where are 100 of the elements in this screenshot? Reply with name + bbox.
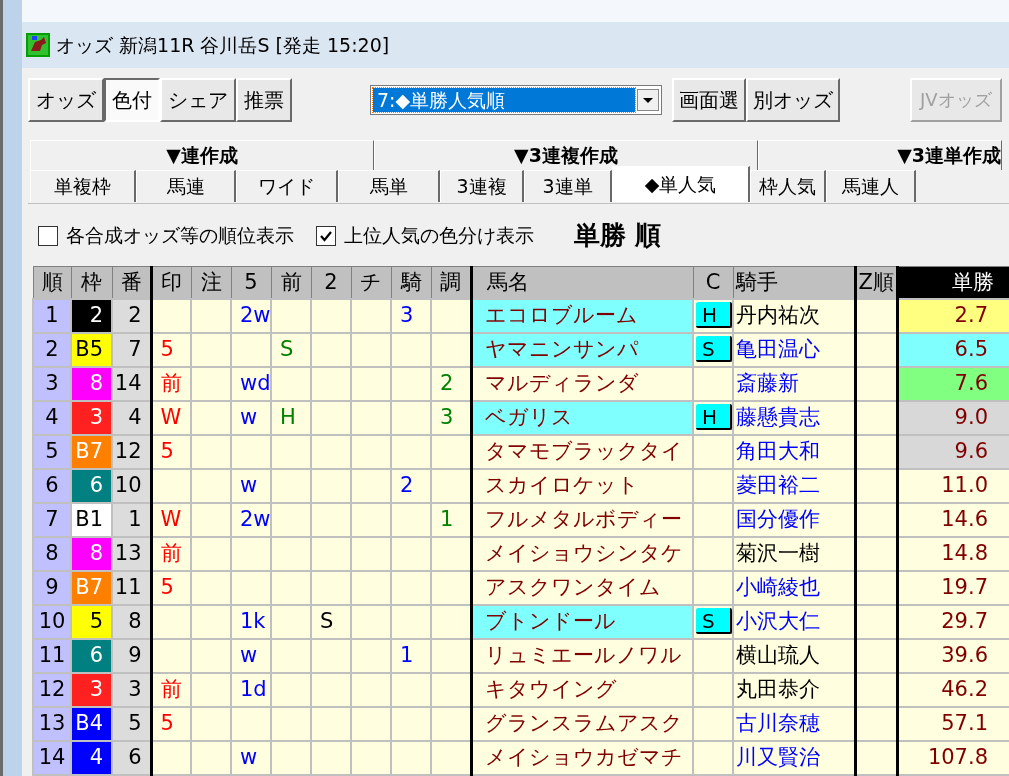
rank-cell: 7 bbox=[33, 503, 71, 537]
tab[interactable]: 枠人気 bbox=[750, 169, 826, 202]
horse-name-cell: グランスラムアスク bbox=[471, 707, 693, 741]
rank-cell: 3 bbox=[33, 367, 71, 401]
checkbox[interactable] bbox=[316, 225, 336, 246]
horse-name-cell: エコロブルーム bbox=[471, 299, 693, 333]
tab[interactable]: 馬単 bbox=[338, 169, 440, 202]
tab[interactable]: 3連複 bbox=[440, 169, 524, 202]
tab-group-header[interactable]: ▼連作成 bbox=[30, 139, 374, 170]
jockey-cell: 菱田裕二 bbox=[733, 469, 855, 503]
checkbox-label: 上位人気の色分け表示 bbox=[344, 223, 534, 249]
tab[interactable]: 馬連 bbox=[136, 169, 236, 202]
jockey-cell: 小崎綾也 bbox=[733, 571, 855, 605]
tab[interactable]: ◆単人気 bbox=[612, 165, 750, 202]
table-cell: 前 bbox=[151, 673, 191, 707]
horse-name-cell: ベガリス bbox=[471, 401, 693, 435]
heading: 単勝 順 bbox=[574, 219, 662, 252]
rank-cell: 12 bbox=[33, 673, 71, 707]
rank-cell: 9 bbox=[33, 571, 71, 605]
jockey-cell: 古川奈穂 bbox=[733, 707, 855, 741]
frame-cell: 2 bbox=[71, 299, 112, 333]
rank-cell: 2 bbox=[33, 333, 71, 367]
odds-cell: 11.0 bbox=[897, 469, 1009, 503]
odds-cell: 14.8 bbox=[897, 537, 1009, 571]
jockey-cell: 小沢大仁 bbox=[733, 605, 855, 639]
horse-name-cell: タマモブラックタイ bbox=[471, 435, 693, 469]
odds-cell: 9.6 bbox=[897, 435, 1009, 469]
horse-name-cell: キタウイング bbox=[471, 673, 693, 707]
column-header: 単勝 bbox=[897, 266, 1009, 299]
toolbar-button[interactable]: シェア bbox=[160, 77, 236, 122]
tab[interactable]: ワイド bbox=[236, 169, 338, 202]
rank-cell: 8 bbox=[33, 537, 71, 571]
table-cell: 2w bbox=[231, 299, 271, 333]
table-cell: 3 bbox=[391, 299, 431, 333]
horse-name-cell: ヤマニンサンパ bbox=[471, 333, 693, 367]
tab[interactable]: 単複枠 bbox=[30, 169, 136, 202]
checkbox[interactable] bbox=[38, 225, 58, 246]
odds-cell: 14.6 bbox=[897, 503, 1009, 537]
toolbar-button[interactable]: オッズ bbox=[28, 77, 104, 122]
horse-name-cell: スカイロケット bbox=[471, 469, 693, 503]
rank-cell: 1 bbox=[33, 299, 71, 333]
jockey-cell: 菊沢一樹 bbox=[733, 537, 855, 571]
checkbox-label: 各合成オッズ等の順位表示 bbox=[66, 223, 294, 249]
column-header: 順 bbox=[33, 266, 71, 299]
jockey-cell: 川又賢治 bbox=[733, 741, 855, 775]
table-cell: 5 bbox=[151, 571, 191, 605]
table-cell: 5 bbox=[151, 435, 191, 469]
column-header: 馬名 bbox=[471, 266, 693, 299]
rank-cell: 6 bbox=[33, 469, 71, 503]
jockey-cell: 横山琉人 bbox=[733, 639, 855, 673]
tab[interactable]: 3連単 bbox=[524, 169, 612, 202]
table-cell: 5 bbox=[151, 333, 191, 367]
horse-name-cell: メイショウカゼマチ bbox=[471, 741, 693, 775]
badge: H bbox=[696, 404, 732, 431]
odds-cell: 39.6 bbox=[897, 639, 1009, 673]
rank-cell: 10 bbox=[33, 605, 71, 639]
column-header: 印 bbox=[151, 266, 191, 299]
tab-group-header[interactable]: ▼3連単作成 bbox=[758, 139, 1002, 170]
badge: S bbox=[696, 608, 732, 635]
jockey-cell: 国分優作 bbox=[733, 503, 855, 537]
odds-cell: 107.8 bbox=[897, 741, 1009, 775]
jockey-cell: 丹内祐次 bbox=[733, 299, 855, 333]
horse-name-cell: メイショウシンタケ bbox=[471, 537, 693, 571]
jockey-cell: 角田大和 bbox=[733, 435, 855, 469]
horse-name-cell: マルディランダ bbox=[471, 367, 693, 401]
odds-cell: 46.2 bbox=[897, 673, 1009, 707]
jockey-cell: 丸田恭介 bbox=[733, 673, 855, 707]
view-dropdown[interactable]: 7:◆単勝人気順 bbox=[370, 84, 662, 115]
rank-cell: 13 bbox=[33, 707, 71, 741]
odds-cell: 29.7 bbox=[897, 605, 1009, 639]
odds-cell: 57.1 bbox=[897, 707, 1009, 741]
rank-cell: 4 bbox=[33, 401, 71, 435]
table-cell: 前 bbox=[151, 537, 191, 571]
caret-icon bbox=[637, 88, 659, 111]
table-cell: 前 bbox=[151, 367, 191, 401]
rank-cell: 5 bbox=[33, 435, 71, 469]
horse-name-cell: フルメタルボディー bbox=[471, 503, 693, 537]
window-title: オッズ 新潟11R 谷川岳S [発走 15:20] bbox=[56, 32, 390, 58]
horse-name-cell: ブトンドール bbox=[471, 605, 693, 639]
horse-name-cell: リュミエールノワル bbox=[471, 639, 693, 673]
column-header: Z順 bbox=[855, 266, 897, 299]
number-cell: 2 bbox=[112, 299, 151, 333]
table-cell: 5 bbox=[151, 707, 191, 741]
rank-cell: 14 bbox=[33, 741, 71, 775]
toolbar-button[interactable]: 推票 bbox=[236, 77, 292, 122]
toolbar-button[interactable]: 色付 bbox=[104, 77, 160, 122]
toolbar-button[interactable]: 別オッズ bbox=[746, 77, 840, 122]
odds-cell: 7.6 bbox=[897, 367, 1009, 401]
badge: S bbox=[696, 336, 732, 363]
tab-group-header[interactable]: ▼3連複作成 bbox=[374, 139, 758, 170]
odds-cell: 2.7 bbox=[897, 299, 1009, 333]
tab[interactable]: 馬連人 bbox=[826, 169, 916, 202]
horse-name-cell: アスクワンタイム bbox=[471, 571, 693, 605]
odds-cell: 19.7 bbox=[897, 571, 1009, 605]
jockey-cell: 藤懸貴志 bbox=[733, 401, 855, 435]
table-cell: W bbox=[151, 401, 191, 435]
jockey-cell: 亀田温心 bbox=[733, 333, 855, 367]
toolbar-button[interactable]: 画面選 bbox=[672, 77, 746, 122]
column-header: 騎手 bbox=[733, 266, 855, 299]
jockey-cell: 斎藤新 bbox=[733, 367, 855, 401]
